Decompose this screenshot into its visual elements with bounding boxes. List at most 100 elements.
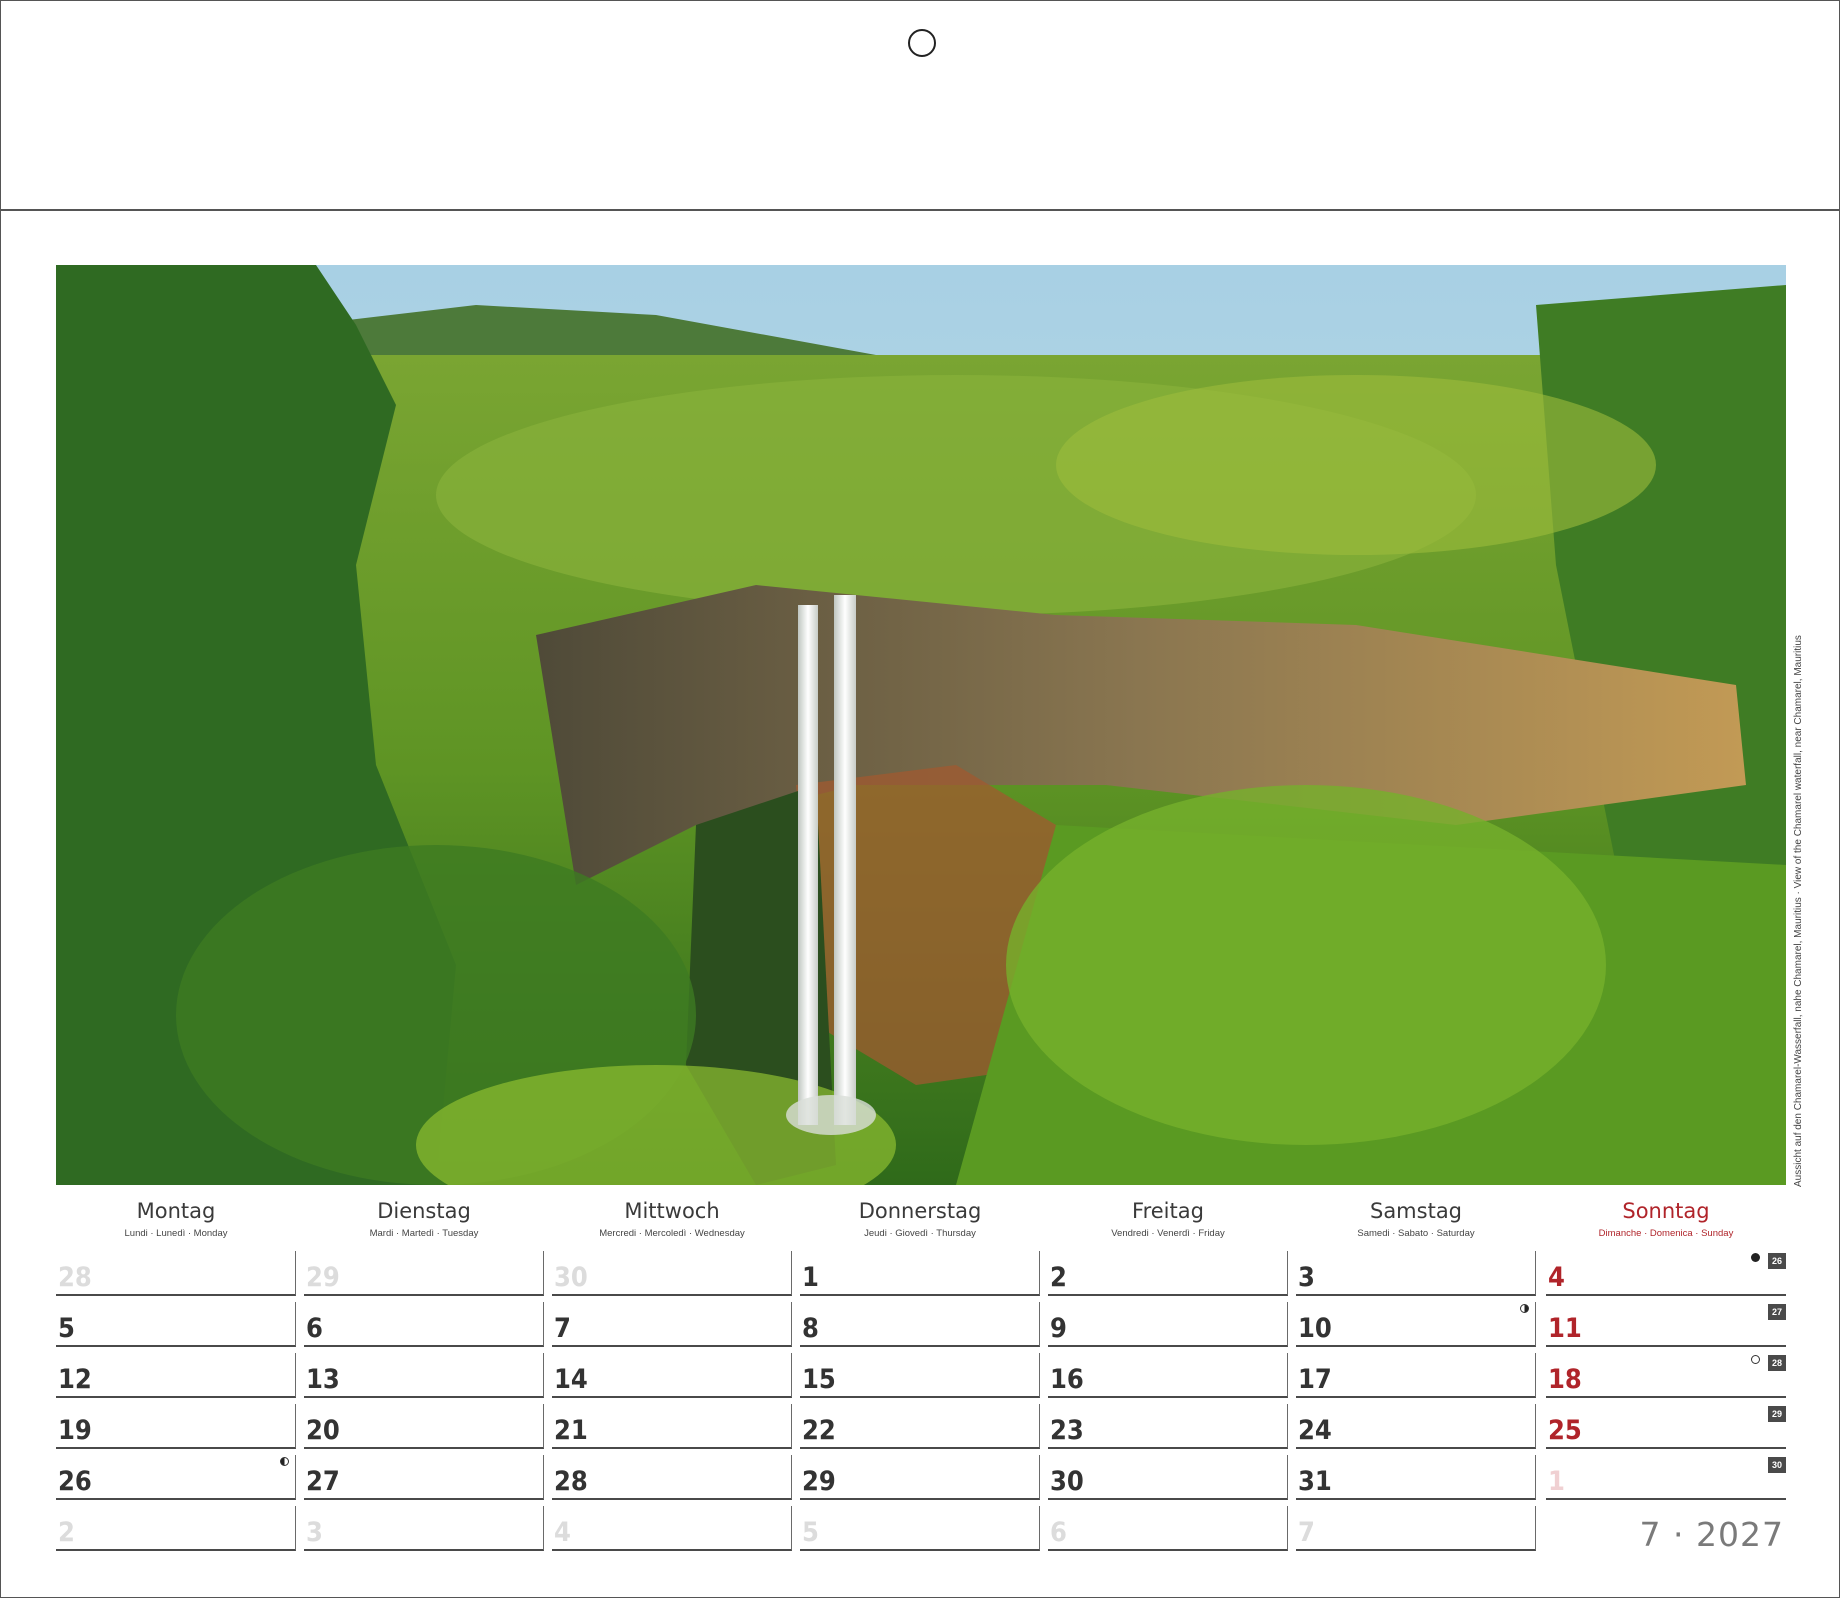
weekday-translations: Lundi · Lunedì · Monday [124, 1228, 228, 1239]
day-cell: 30 [1048, 1455, 1288, 1500]
day-cell: 23 [1048, 1404, 1288, 1449]
date-number: 16 [1050, 1364, 1084, 1395]
day-cell: 1 30 [1546, 1455, 1786, 1500]
day-cell: 17 [1296, 1353, 1536, 1398]
date-number: 30 [1050, 1466, 1084, 1497]
sunday-date: 18 [1548, 1364, 1582, 1395]
date-number: 22 [802, 1415, 836, 1446]
day-cell: 9 [1048, 1302, 1288, 1347]
weekday-name: Samstag [1369, 1199, 1463, 1223]
date-number: 27 [306, 1466, 340, 1497]
weekday-translations: Jeudi · Giovedì · Thursday [864, 1228, 976, 1239]
date-number: 3 [306, 1517, 323, 1548]
date-number: 28 [554, 1466, 588, 1497]
weekday-translations: Mardi · Martedì · Tuesday [369, 1228, 479, 1239]
date-number: 1 [802, 1262, 819, 1293]
weekday-saturday: Samstag Samedi · Sabato · Saturday [1296, 1197, 1536, 1241]
calendar-page: Aussicht auf den Chamarel-Wasserfall, na… [0, 0, 1840, 1598]
day-cell: 6 [1048, 1506, 1288, 1551]
day-cell: 5 [800, 1506, 1040, 1551]
date-number: 28 [58, 1262, 92, 1293]
day-cell: 29 [800, 1455, 1040, 1500]
day-cell: 31 [1296, 1455, 1536, 1500]
weekday-name: Donnerstag [858, 1199, 982, 1223]
photo-caption: Aussicht auf den Chamarel-Wasserfall, na… [1793, 635, 1804, 1187]
date-number: 3 [1298, 1262, 1315, 1293]
week-number-badge: 29 [1768, 1406, 1786, 1422]
day-cell: 3 [304, 1506, 544, 1551]
weekday-name: Mittwoch [624, 1199, 720, 1223]
date-number: 13 [306, 1364, 340, 1395]
weekday-translations: Samedi · Sabato · Saturday [1357, 1228, 1475, 1239]
date-number: 6 [306, 1313, 323, 1344]
full-moon-icon [1751, 1355, 1760, 1364]
day-cell: 19 [56, 1404, 296, 1449]
date-number: 26 [58, 1466, 92, 1497]
day-cell: 30 [552, 1251, 792, 1296]
day-cell: 20 [304, 1404, 544, 1449]
date-number: 10 [1298, 1313, 1332, 1344]
day-cell: 15 [800, 1353, 1040, 1398]
weekday-friday: Freitag Vendredi · Venerdì · Friday [1048, 1197, 1288, 1241]
date-number: 9 [1050, 1313, 1067, 1344]
date-number: 15 [802, 1364, 836, 1395]
day-cell: 25 29 [1546, 1404, 1786, 1449]
week-number-badge: 28 [1768, 1355, 1786, 1371]
date-number: 4 [554, 1517, 571, 1548]
sunday-date: 11 [1548, 1313, 1582, 1344]
date-number: 17 [1298, 1364, 1332, 1395]
day-cell: 10 [1296, 1302, 1536, 1347]
date-number: 31 [1298, 1466, 1332, 1497]
hanging-hole [908, 29, 936, 57]
day-cell: 12 [56, 1353, 296, 1398]
date-number: 19 [58, 1415, 92, 1446]
day-cell: 29 [304, 1251, 544, 1296]
weekday-name: Sonntag [1622, 1199, 1710, 1223]
sunday-date: 1 [1548, 1466, 1565, 1497]
date-number: 8 [802, 1313, 819, 1344]
day-cell: 26 [56, 1455, 296, 1500]
new-moon-icon [1751, 1253, 1760, 1262]
month-year-label: 7 · 2027 [1639, 1515, 1784, 1554]
week-number-badge: 27 [1768, 1304, 1786, 1320]
date-number: 5 [802, 1517, 819, 1548]
day-cell: 4 26 [1546, 1251, 1786, 1296]
weekday-header: Montag Lundi · Lunedì · Monday Dienstag … [56, 1197, 1786, 1247]
day-cell: 24 [1296, 1404, 1536, 1449]
weekday-monday: Montag Lundi · Lunedì · Monday [56, 1197, 296, 1241]
weekday-translations: Vendredi · Venerdì · Friday [1111, 1228, 1225, 1239]
day-cell: 2 [56, 1506, 296, 1551]
day-cell: 2 [1048, 1251, 1288, 1296]
date-number: 23 [1050, 1415, 1084, 1446]
header-strip [1, 1, 1839, 211]
day-cell: 28 [56, 1251, 296, 1296]
weekday-translations: Mercredi · Mercoledì · Wednesday [599, 1228, 745, 1239]
day-cell: 28 [552, 1455, 792, 1500]
date-number: 2 [1050, 1262, 1067, 1293]
date-number: 20 [306, 1415, 340, 1446]
sunday-date: 4 [1548, 1262, 1565, 1293]
day-cell: 7 [552, 1302, 792, 1347]
date-number: 30 [554, 1262, 588, 1293]
last-quarter-moon-icon [280, 1457, 289, 1466]
weekday-tuesday: Dienstag Mardi · Martedì · Tuesday [304, 1197, 544, 1241]
day-cell: 27 [304, 1455, 544, 1500]
day-cell: 5 [56, 1302, 296, 1347]
sunday-date: 25 [1548, 1415, 1582, 1446]
day-cell: 8 [800, 1302, 1040, 1347]
date-number: 6 [1050, 1517, 1067, 1548]
weekday-wednesday: Mittwoch Mercredi · Mercoledì · Wednesda… [552, 1197, 792, 1241]
day-cell: 18 28 [1546, 1353, 1786, 1398]
date-number: 29 [306, 1262, 340, 1293]
day-cell: 3 [1296, 1251, 1536, 1296]
date-number: 21 [554, 1415, 588, 1446]
date-number: 7 [554, 1313, 571, 1344]
date-number: 29 [802, 1466, 836, 1497]
waterfall-photo [56, 265, 1786, 1185]
date-number: 5 [58, 1313, 75, 1344]
week-number-badge: 26 [1768, 1253, 1786, 1269]
day-cell: 1 [800, 1251, 1040, 1296]
date-number: 7 [1298, 1517, 1315, 1548]
day-cell: 4 [552, 1506, 792, 1551]
date-number: 12 [58, 1364, 92, 1395]
